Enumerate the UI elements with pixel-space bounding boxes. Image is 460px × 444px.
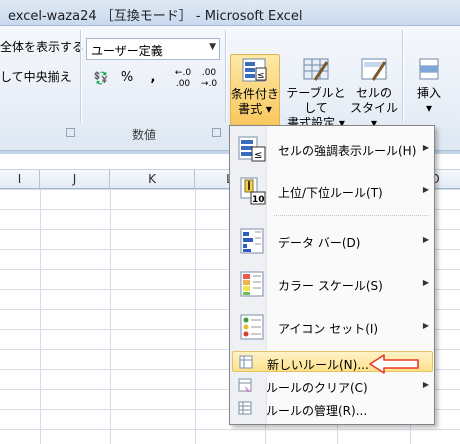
conditional-formatting-button[interactable]: ≤ 条件付き 書式 ▾ [230, 54, 280, 126]
manage-rules-icon [237, 400, 253, 416]
percent-button[interactable]: % [118, 66, 136, 90]
new-rule-icon [238, 354, 254, 370]
number-dialog-launcher[interactable] [212, 128, 221, 137]
top-bottom-icon: 10 [237, 176, 267, 206]
menu-separator [274, 215, 429, 216]
group-separator [402, 30, 403, 122]
conditional-format-icon: ≤ [240, 57, 270, 85]
menu-item-top-bottom-rules[interactable]: 10 上位/下位ルール(T) ▶ [232, 171, 433, 211]
menu-item-label: カラー スケール(S) [278, 279, 383, 293]
column-header-k[interactable]: K [110, 170, 195, 189]
menu-item-manage-rules[interactable]: ルールの管理(R)... [232, 398, 433, 419]
menu-item-label: ルールのクリア(C) [266, 381, 368, 395]
format-as-table-button[interactable]: テーブルとして 書式設定 ▾ [282, 56, 350, 130]
svg-text:10: 10 [252, 195, 265, 205]
menu-item-clear-rules[interactable]: ルールのクリア(C) ▶ [232, 375, 433, 396]
icon-sets-icon [237, 312, 267, 342]
conditional-formatting-menu: ≤ セルの強調表示ルール(H) ▶ 10 上位/下位ルール(T) ▶ データ バ… [229, 125, 435, 425]
cell-styles-icon [359, 56, 389, 84]
decrease-decimal-button[interactable]: .00 →.0 [198, 66, 220, 90]
grid-line [110, 189, 111, 444]
conditional-formatting-label-2: 書式 ▾ [238, 102, 272, 116]
color-scales-icon [237, 269, 267, 299]
grid-line [40, 189, 41, 444]
show-all-button[interactable]: 全体を表示する [0, 38, 84, 55]
cell-styles-label-1: セルの [355, 86, 392, 100]
submenu-arrow-icon: ▶ [422, 235, 429, 244]
cell-styles-button[interactable]: セルの スタイル ▾ [350, 56, 398, 130]
svg-text:≤: ≤ [254, 150, 262, 161]
column-header-i[interactable]: I [0, 170, 40, 189]
group-separator [225, 30, 226, 122]
submenu-arrow-icon: ▶ [422, 278, 429, 287]
conditional-formatting-label-1: 条件付き [231, 87, 280, 101]
menu-item-label: ルールの管理(R)... [266, 404, 368, 418]
column-header-j[interactable]: J [40, 170, 110, 189]
submenu-arrow-icon: ▶ [422, 143, 429, 152]
table-style-icon [301, 56, 331, 84]
menu-item-label: データ バー(D) [278, 236, 361, 250]
highlight-cells-icon: ≤ [237, 134, 267, 164]
submenu-arrow-icon: ▶ [422, 185, 429, 194]
number-format-value: ユーザー定義 [91, 44, 163, 58]
menu-item-icon-sets[interactable]: アイコン セット(I) ▶ [232, 307, 433, 347]
menu-item-label: 新しいルール(N)... [267, 358, 369, 372]
number-format-dropdown[interactable]: ユーザー定義 ▼ [86, 38, 220, 60]
menu-item-highlight-cells-rules[interactable]: ≤ セルの強調表示ルール(H) ▶ [232, 129, 433, 169]
menu-item-label: セルの強調表示ルール(H) [278, 144, 417, 158]
title-bar: excel-waza24 ［互換モード］ - Microsoft Excel [0, 0, 460, 26]
menu-item-color-scales[interactable]: カラー スケール(S) ▶ [232, 264, 433, 304]
window-title: excel-waza24 ［互換モード］ - Microsoft Excel [8, 9, 303, 24]
submenu-arrow-icon: ▶ [422, 321, 429, 330]
submenu-arrow-icon: ▶ [422, 380, 429, 389]
comma-button[interactable]: , [144, 66, 162, 90]
menu-item-label: アイコン セット(I) [278, 322, 379, 336]
format-as-table-label-1: テーブルとして [286, 86, 346, 115]
merge-center-button[interactable]: して中央揃え [0, 68, 72, 85]
data-bars-icon [237, 226, 267, 256]
grid-line [195, 189, 196, 444]
clear-rules-icon [237, 377, 253, 393]
number-group-label: 数値 [132, 128, 157, 142]
insert-label-2: ▾ [425, 101, 433, 115]
menu-item-data-bars[interactable]: データ バー(D) ▶ [232, 221, 433, 261]
insert-label-1: 挿入 [416, 86, 441, 100]
annotation-arrow-icon [368, 352, 420, 376]
insert-cells-icon [414, 56, 444, 84]
group-separator [80, 30, 81, 122]
svg-text:≤: ≤ [257, 71, 265, 81]
menu-item-label: 上位/下位ルール(T) [278, 186, 383, 200]
currency-format-button[interactable]: 💱 [88, 66, 114, 90]
chevron-down-icon: ▼ [209, 42, 216, 52]
increase-decimal-button[interactable]: ←.0 .00 [172, 66, 194, 90]
insert-button[interactable]: 挿入 ▾ [408, 56, 450, 126]
alignment-dialog-launcher[interactable] [66, 128, 75, 137]
